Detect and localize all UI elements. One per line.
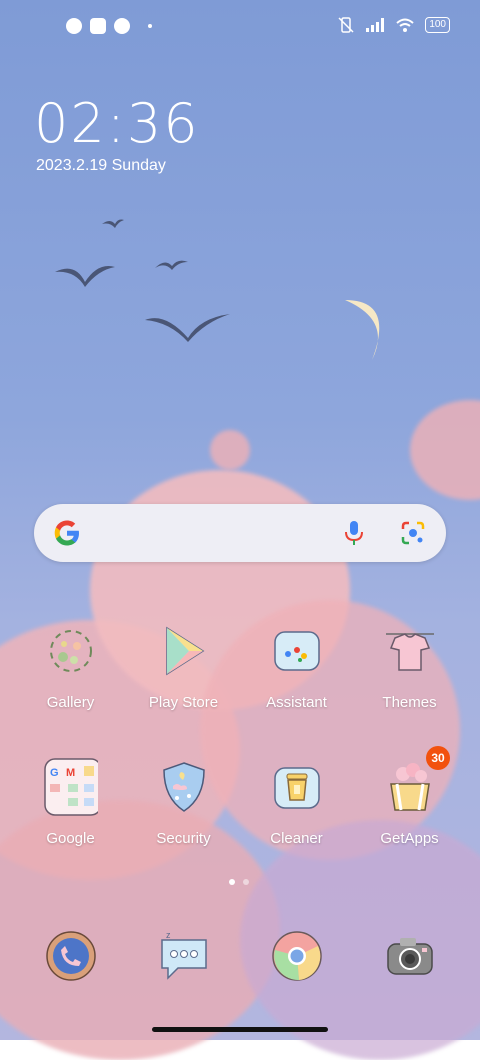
dock-phone[interactable]: [14, 928, 127, 984]
vibrate-icon: [338, 17, 354, 33]
voice-search-mic-icon[interactable]: [342, 520, 366, 546]
gesture-navigation-bar[interactable]: [152, 1027, 328, 1032]
google-search-bar[interactable]: [34, 504, 446, 562]
page-dot-active: [229, 879, 235, 885]
app-label: GetApps: [380, 830, 439, 847]
notification-square-icon: [90, 18, 106, 34]
app-assistant[interactable]: Assistant: [240, 624, 353, 711]
app-row-1: Gallery Play Store Assistant Themes: [14, 624, 466, 711]
notification-app-icon: [66, 18, 82, 34]
battery-indicator: 100: [425, 17, 450, 33]
page-indicator[interactable]: [229, 879, 249, 885]
dock-messages[interactable]: z: [127, 928, 240, 984]
cleaner-icon: [270, 760, 324, 814]
app-label: Google: [46, 830, 95, 847]
google-lens-icon[interactable]: [400, 520, 426, 546]
status-bar: 100: [0, 0, 480, 56]
phone-icon: [43, 928, 99, 984]
dock: z: [14, 928, 466, 984]
more-notifications-icon: [148, 24, 152, 28]
chrome-icon: [269, 928, 325, 984]
app-security[interactable]: Security: [127, 760, 240, 847]
notification-app-icon: [114, 18, 130, 34]
google-g-icon: [54, 520, 79, 546]
app-label: Security: [156, 830, 211, 847]
app-row-2: GM Google Security Cleaner 30 GetApps: [14, 746, 466, 847]
app-label: Assistant: [266, 694, 327, 711]
clock-date[interactable]: 2023.2.19 Sunday: [36, 157, 166, 175]
wifi-icon: [396, 18, 414, 32]
security-icon: [157, 760, 211, 814]
clock-time[interactable]: 02:36: [34, 92, 200, 155]
svg-text:z: z: [166, 930, 171, 940]
app-themes[interactable]: Themes: [353, 624, 466, 711]
signal-icon: [366, 18, 385, 32]
gallery-icon: [44, 624, 98, 678]
dock-camera[interactable]: [353, 928, 466, 984]
play-store-icon: [157, 624, 211, 678]
app-gallery[interactable]: Gallery: [14, 624, 127, 711]
app-label: Play Store: [148, 694, 219, 711]
svg-text:M: M: [66, 767, 75, 779]
themes-icon: [383, 624, 437, 678]
notification-badge: 30: [426, 746, 450, 770]
app-getapps[interactable]: 30 GetApps: [353, 746, 466, 847]
dock-chrome[interactable]: [240, 928, 353, 984]
getapps-icon: [383, 760, 437, 814]
camera-icon: [382, 928, 438, 984]
app-label: Gallery: [46, 694, 95, 711]
app-google-folder[interactable]: GM Google: [14, 758, 127, 847]
page-dot: [243, 879, 249, 885]
svg-text:G: G: [50, 767, 59, 779]
app-label: Themes: [382, 694, 437, 711]
messages-icon: z: [156, 928, 212, 984]
app-play-store[interactable]: Play Store: [127, 624, 240, 711]
app-cleaner[interactable]: Cleaner: [240, 760, 353, 847]
assistant-icon: [270, 624, 324, 678]
google-folder-icon: GM: [43, 758, 98, 816]
app-label: Cleaner: [270, 830, 323, 847]
